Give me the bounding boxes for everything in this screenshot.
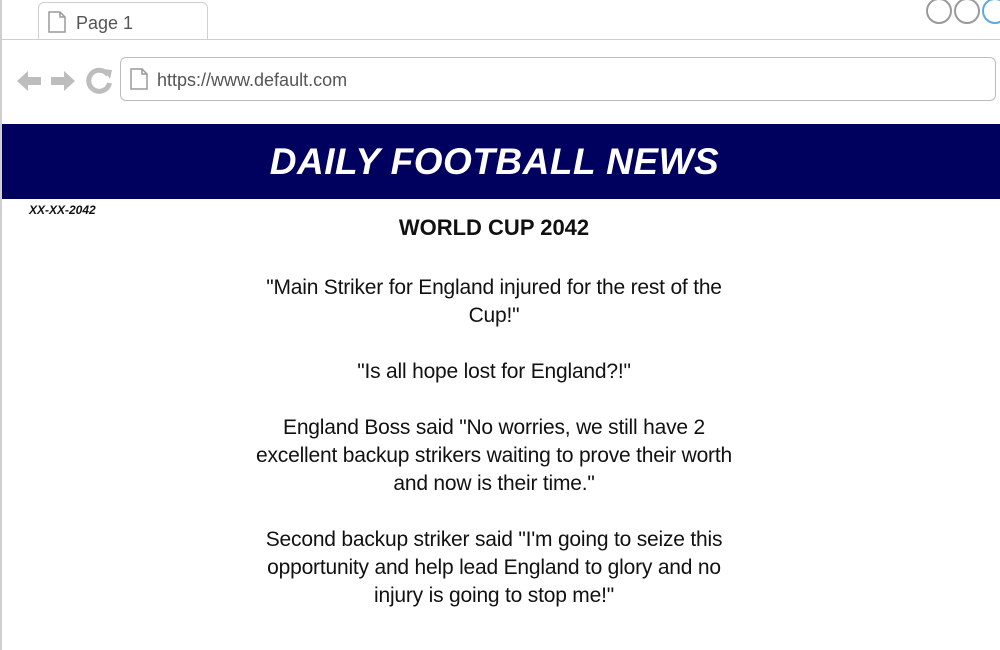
maximize-button[interactable] <box>954 0 980 24</box>
tab-bar: Page 1 <box>2 0 1000 40</box>
publish-date: XX-XX-2042 <box>29 203 96 217</box>
close-button[interactable] <box>982 0 1000 24</box>
article-paragraph: Second backup striker said "I'm going to… <box>265 528 723 607</box>
arrow-right-icon[interactable] <box>48 66 78 96</box>
browser-window: Page 1 https://www.default.com DAILY FOO… <box>0 0 1000 650</box>
tab-page-1[interactable]: Page 1 <box>38 2 208 40</box>
article-paragraph: England Boss said "No worries, we still … <box>256 416 732 495</box>
site-title: DAILY FOOTBALL NEWS <box>269 140 720 182</box>
page-icon <box>48 11 66 33</box>
address-bar[interactable]: https://www.default.com <box>120 57 996 101</box>
page-icon <box>130 68 148 90</box>
url-text: https://www.default.com <box>157 70 348 90</box>
tab-title: Page 1 <box>76 13 134 33</box>
article-paragraph: "Is all hope lost for England?!" <box>357 360 631 383</box>
article-paragraph: "Main Striker for England injured for th… <box>266 276 722 327</box>
window-controls <box>926 0 1000 24</box>
article: WORLD CUP 2042 "Main Striker for England… <box>256 212 732 638</box>
reload-icon[interactable] <box>84 66 114 96</box>
navigation-bar: https://www.default.com <box>2 40 1000 124</box>
minimize-button[interactable] <box>926 0 952 24</box>
article-headline: WORLD CUP 2042 <box>398 215 590 240</box>
arrow-left-icon[interactable] <box>14 66 44 96</box>
site-banner: DAILY FOOTBALL NEWS <box>2 124 1000 199</box>
